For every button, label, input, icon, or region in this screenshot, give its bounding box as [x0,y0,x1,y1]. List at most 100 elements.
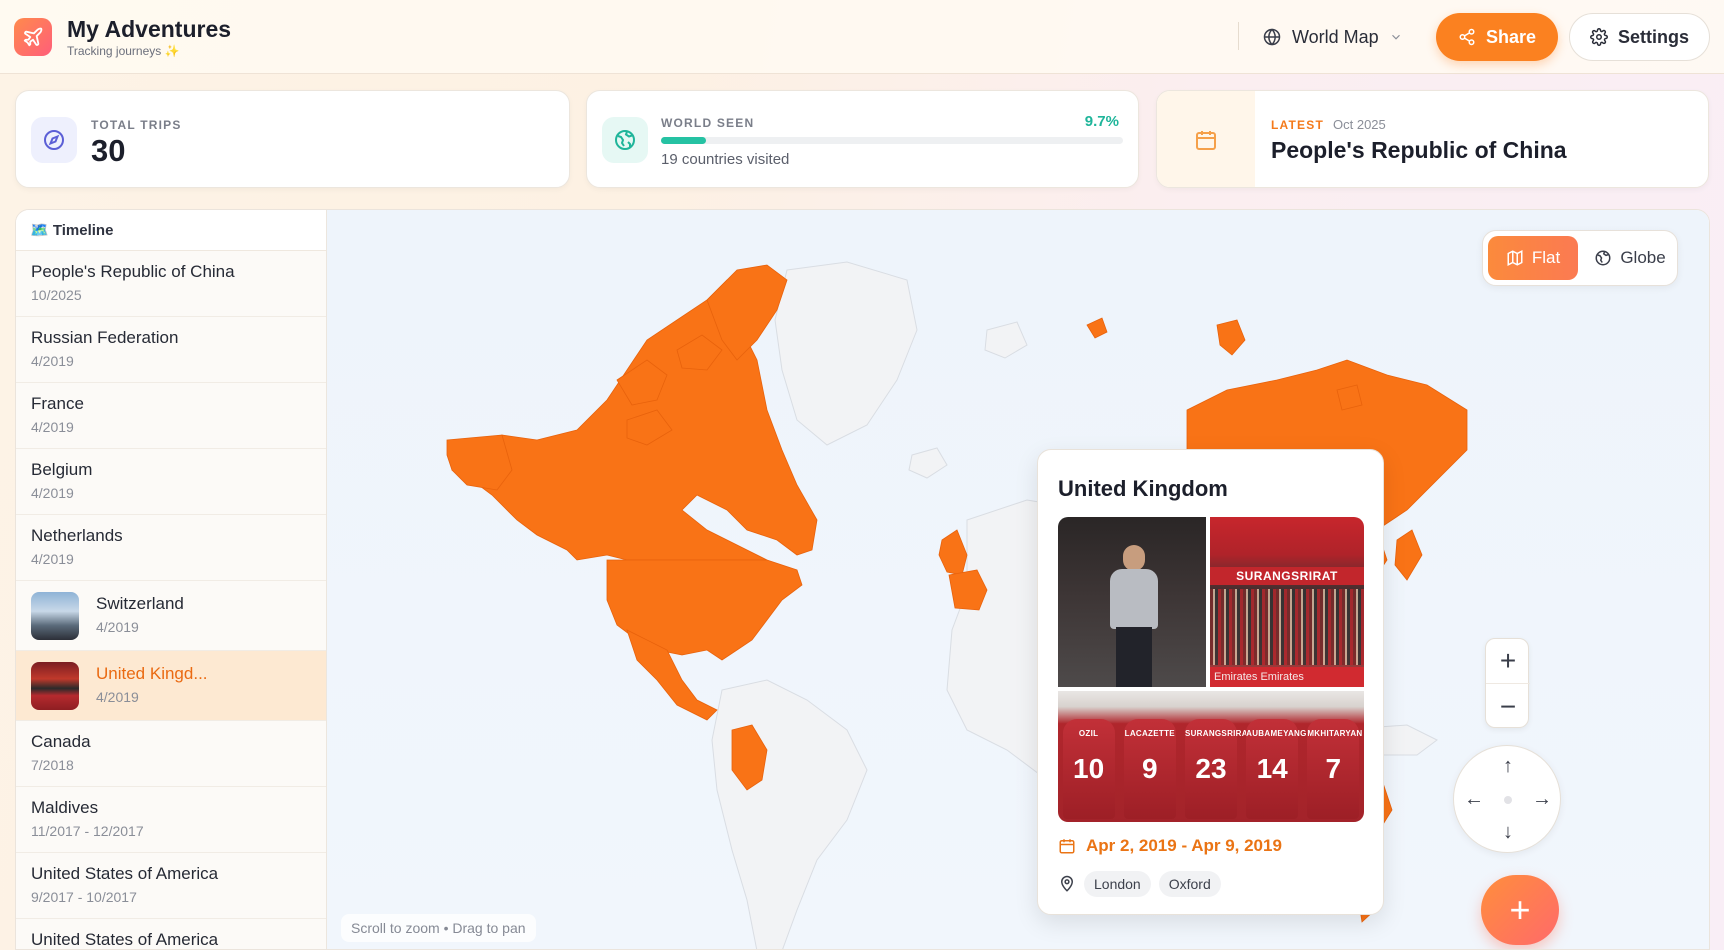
add-trip-button[interactable]: + [1481,875,1559,945]
pan-left-button[interactable]: ← [1462,787,1486,811]
flat-view-button[interactable]: Flat [1488,236,1578,280]
compass-icon [31,117,77,163]
map-icon [1507,250,1523,266]
countries-visited: 19 countries visited [661,151,790,168]
timeline-item[interactable]: Russian Federation 4/2019 [16,317,326,383]
popup-title: United Kingdom [1058,476,1228,501]
popup-places: London Oxford [1058,871,1221,897]
zoom-controls: + − [1485,638,1530,729]
app-title: My Adventures [67,16,232,42]
pan-up-button[interactable]: ↑ [1496,754,1520,778]
football-shirt: LACAZETTE 9 [1123,719,1176,819]
popup-date-range: Apr 2, 2019 - Apr 9, 2019 [1086,836,1282,855]
trip-photo[interactable]: SURANGSRIRAT Emirates Emirates [1210,517,1364,687]
football-shirt: AUBAMEYANG 14 [1246,719,1306,819]
pan-right-button[interactable]: → [1530,787,1554,811]
timeline-item-name: Canada [31,732,91,751]
pan-down-button[interactable]: ↓ [1496,820,1520,844]
timeline-item-name: Russian Federation [31,328,179,347]
trip-photo[interactable]: OZIL 10 LACAZETTE 9 SURANGSRIRAT 23 AUBAMEY… [1058,691,1364,822]
trip-thumbnail [31,592,79,640]
timeline-item[interactable]: Belgium 4/2019 [16,449,326,515]
timeline-sidebar: 🗺️ Timeline People's Republic of China 1… [16,210,327,949]
share-label: Share [1485,26,1537,47]
world-seen-percent: 9.7% [1084,113,1119,130]
world-map[interactable]: Flat Globe + − ↑ ↓ ← → + Scroll to zoom … [327,210,1709,949]
location-pin-icon [1060,875,1074,892]
football-shirt: SURANGSRIRAT 23 [1184,719,1252,819]
popup-dates: Apr 2, 2019 - Apr 9, 2019 [1058,836,1282,856]
chevron-down-icon [1391,34,1400,40]
timeline-item-date: 4/2019 [96,689,139,705]
timeline-item-name: Maldives [31,798,99,817]
timeline-item-date: 4/2019 [96,619,139,635]
pan-center-dot [1504,796,1512,804]
timeline-title: 🗺️ Timeline [30,222,114,239]
map-view-toggle: Flat Globe [1482,230,1678,286]
timeline-item-name: United States of America [31,930,219,949]
timeline-item[interactable]: Canada 7/2018 [16,721,326,787]
stadium-crowd [1210,589,1364,665]
continent-south-america [711,679,868,949]
latest-tag: LATEST [1271,118,1324,132]
app-header: My Adventures Tracking journeys ✨ World … [0,0,1724,74]
timeline-item-name: Belgium [31,460,93,479]
shirt-row: OZIL 10 LACAZETTE 9 SURANGSRIRAT 23 AUBAMEY… [1058,715,1364,822]
header-divider [1238,22,1239,50]
globe-view-button[interactable]: Globe [1587,236,1673,280]
earth-icon [602,117,648,163]
plane-logo-icon [14,18,52,56]
share-button[interactable]: Share [1436,13,1558,61]
timeline-item-active[interactable]: United Kingd... 4/2019 [16,651,326,721]
timeline-item-date: 4/2019 [31,551,74,567]
view-mode-label: World Map [1292,26,1379,47]
timeline-item[interactable]: United States of America 9/2017 - 10/201… [16,853,326,919]
timeline-item[interactable]: Maldives 11/2017 - 12/2017 [16,787,326,853]
timeline-item-name: Netherlands [31,526,123,545]
timeline-item-date: 11/2017 - 12/2017 [31,823,144,839]
football-shirt: MKHITARYAN 7 [1307,719,1362,819]
app-subtitle: Tracking journeys ✨ [67,44,180,58]
place-chip[interactable]: Oxford [1158,871,1221,897]
timeline-header: 🗺️ Timeline [16,210,326,251]
world-seen-card: WORLD SEEN 9.7% 19 countries visited [586,90,1139,188]
zoom-out-button[interactable]: − [1486,684,1530,729]
total-trips-card: TOTAL TRIPS 30 [15,90,570,188]
main-panel: 🗺️ Timeline People's Republic of China 1… [15,209,1710,950]
timeline-item[interactable]: France 4/2019 [16,383,326,449]
country-alaska [446,434,513,491]
timeline-item-name: People's Republic of China [31,262,235,281]
globe-view-label: Globe [1620,248,1666,267]
timeline-item-date: 4/2019 [31,353,74,369]
country-greenland [774,261,918,446]
calendar-icon [1059,839,1075,854]
timeline-item-name: United Kingd... [96,664,208,683]
timeline-item-date: 4/2019 [31,485,74,501]
gear-icon [1590,28,1608,46]
settings-button[interactable]: Settings [1569,13,1710,61]
place-chip[interactable]: London [1084,871,1151,897]
flat-view-label: Flat [1531,248,1561,267]
zoom-in-button[interactable]: + [1486,639,1530,684]
person-figure [1106,545,1162,687]
stadium-adboard: Emirates Emirates [1210,667,1364,687]
timeline-item[interactable]: Switzerland 4/2019 [16,581,326,651]
timeline-item-name: Switzerland [96,594,184,613]
timeline-item-date: 4/2019 [31,419,74,435]
trip-photo[interactable] [1058,517,1206,687]
share-icon [1459,28,1475,46]
total-trips-value: 30 [91,133,126,168]
timeline-item[interactable]: Netherlands 4/2019 [16,515,326,581]
timeline-item[interactable]: People's Republic of China 10/2025 [16,251,326,317]
timeline-item[interactable]: United States of America [16,919,326,949]
timeline-item-name: United States of America [31,864,219,883]
latest-trip-card[interactable]: LATEST Oct 2025 People's Republic of Chi… [1156,90,1709,188]
world-seen-label: WORLD SEEN [661,116,755,130]
stadium-banner: SURANGSRIRAT [1210,567,1364,585]
map-hint: Scroll to zoom • Drag to pan [341,914,536,942]
popup-photo-grid[interactable]: SURANGSRIRAT Emirates Emirates OZIL 10 LA… [1058,517,1364,822]
world-seen-progress-fill [661,137,706,144]
world-seen-progress [661,137,1123,144]
view-mode-dropdown[interactable]: World Map [1262,20,1403,54]
globe-icon [1595,250,1611,266]
